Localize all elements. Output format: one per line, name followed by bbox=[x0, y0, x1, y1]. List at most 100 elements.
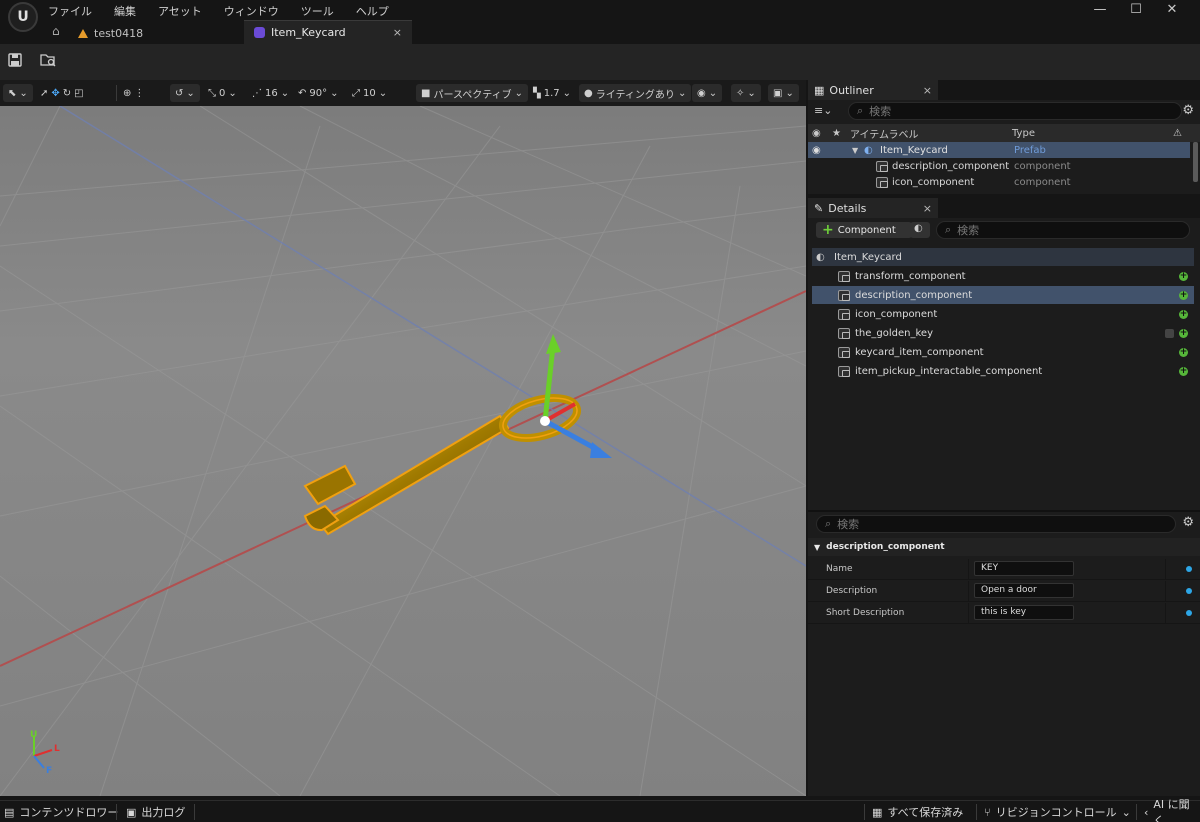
move-tool-icon[interactable]: ✥ bbox=[51, 88, 59, 99]
menu-asset[interactable]: アセット bbox=[158, 3, 202, 19]
menu-tools[interactable]: ツール bbox=[301, 3, 334, 19]
close-tab-icon[interactable]: × bbox=[393, 26, 402, 39]
property-value-input[interactable]: KEY bbox=[974, 561, 1074, 576]
tab-project[interactable]: test0418 bbox=[78, 22, 143, 44]
outliner-row-icon[interactable]: icon_component component bbox=[808, 174, 1190, 190]
rotate-snap[interactable]: ⤡ 0 ⌄ bbox=[208, 84, 237, 102]
browse-asset-icon[interactable] bbox=[38, 52, 58, 72]
menu-help[interactable]: ヘルプ bbox=[356, 3, 389, 19]
component-icon bbox=[838, 346, 850, 358]
outliner-row-description[interactable]: description_component component bbox=[808, 158, 1190, 174]
panel-splitter[interactable] bbox=[808, 510, 1200, 512]
outliner-search-input[interactable]: ⌕ 検索 bbox=[848, 102, 1182, 120]
component-row-item-pickup[interactable]: item_pickup_interactable_component + bbox=[812, 362, 1194, 380]
reset-indicator-icon[interactable] bbox=[1186, 566, 1192, 572]
camera-speed-icon: ▚ bbox=[533, 87, 541, 99]
surface-snap-dropdown[interactable]: ↺ ⌄ bbox=[170, 84, 200, 102]
details-search-input[interactable]: ⌕ 検索 bbox=[936, 221, 1190, 239]
edit-mesh-icon[interactable] bbox=[1165, 328, 1174, 338]
select-mode-dropdown[interactable]: ⬉ ⌄ bbox=[3, 84, 33, 102]
settings-icon[interactable]: ⚙ bbox=[1182, 515, 1194, 530]
outliner-row-label: description_component bbox=[892, 160, 1010, 172]
lighting-dropdown[interactable]: ● ライティングあり ⌄ bbox=[579, 84, 692, 102]
maximize-button[interactable]: ☐ bbox=[1118, 0, 1154, 20]
menu-edit[interactable]: 編集 bbox=[114, 3, 136, 19]
property-row-name: Name KEY bbox=[808, 559, 1200, 580]
effects-dropdown[interactable]: ✧ ⌄ bbox=[731, 84, 761, 102]
add-child-icon[interactable]: + bbox=[1179, 347, 1188, 357]
component-row-icon[interactable]: icon_component + bbox=[812, 305, 1194, 323]
property-search-input[interactable]: ⌕ 検索 bbox=[816, 515, 1176, 533]
eye-icon[interactable]: ◉ bbox=[812, 145, 821, 156]
reset-indicator-icon[interactable] bbox=[1186, 588, 1192, 594]
save-status-button[interactable]: ▦ すべて保存済み bbox=[872, 804, 963, 820]
save-icon[interactable] bbox=[5, 52, 25, 72]
tab-item-keycard[interactable]: Item_Keycard × bbox=[244, 20, 412, 44]
layout-dropdown[interactable]: ▣ ⌄ bbox=[768, 84, 799, 102]
unreal-logo-icon[interactable]: U bbox=[8, 2, 38, 32]
expand-arrow-icon[interactable]: ▼ bbox=[852, 146, 858, 155]
home-icon[interactable]: ⌂ bbox=[52, 24, 60, 38]
component-icon bbox=[838, 289, 850, 301]
level-viewport[interactable]: U L F bbox=[0, 106, 806, 796]
save-status-label: すべて保存済み bbox=[887, 806, 964, 819]
view-mode-dropdown[interactable]: ■ パースペクティブ ⌄ bbox=[416, 84, 529, 102]
close-panel-icon[interactable]: × bbox=[923, 202, 932, 215]
camera-speed[interactable]: ▚ 1.7 ⌄ bbox=[533, 84, 571, 102]
grid-snap[interactable]: ⋰ 16 ⌄ bbox=[252, 84, 289, 102]
add-child-icon[interactable]: + bbox=[1179, 309, 1188, 319]
coordinate-space[interactable]: ⊕ ⋮ bbox=[123, 84, 144, 102]
component-row-description[interactable]: description_component + bbox=[812, 286, 1194, 304]
add-child-icon[interactable]: + bbox=[1179, 290, 1188, 300]
output-log-button[interactable]: ▣ 出力ログ bbox=[126, 804, 185, 820]
filter-icon[interactable]: ≡⌄ bbox=[814, 104, 832, 117]
scale-snap[interactable]: ⤢ 10 ⌄ bbox=[352, 84, 387, 102]
label-column-header[interactable]: アイテムラベル bbox=[850, 126, 919, 141]
property-value-input[interactable]: Open a door bbox=[974, 583, 1074, 598]
content-drawer-label: コンテンツドロワー bbox=[19, 806, 119, 819]
minimize-button[interactable]: — bbox=[1082, 0, 1118, 20]
search-icon: ⌕ bbox=[825, 517, 832, 530]
blueprint-button[interactable]: ◐ bbox=[910, 222, 930, 238]
ask-ai-button[interactable]: ‹ AI に聞く bbox=[1144, 798, 1200, 822]
select-tool-icon[interactable]: ➚ bbox=[40, 88, 48, 99]
reset-indicator-icon[interactable] bbox=[1186, 610, 1192, 616]
component-root-row[interactable]: ◐ Item_Keycard bbox=[812, 248, 1194, 266]
effects-icon: ✧ bbox=[736, 87, 745, 99]
menu-file[interactable]: ファイル bbox=[48, 3, 92, 19]
outliner-scrollbar[interactable] bbox=[1193, 142, 1198, 182]
angle-snap[interactable]: ↶ 90° ⌄ bbox=[298, 84, 339, 102]
add-child-icon[interactable]: + bbox=[1179, 328, 1188, 338]
rotate-tool-icon[interactable]: ↻ bbox=[63, 88, 71, 99]
close-panel-icon[interactable]: × bbox=[923, 84, 932, 97]
revision-control-button[interactable]: ⑂ リビジョンコントロール ⌄ bbox=[984, 804, 1131, 820]
property-value-input[interactable]: this is key bbox=[974, 605, 1074, 620]
grid-icon: ⋰ bbox=[252, 87, 262, 99]
menu-window[interactable]: ウィンドウ bbox=[224, 3, 279, 19]
property-name: Name bbox=[826, 564, 853, 574]
add-child-icon[interactable]: + bbox=[1179, 271, 1188, 281]
component-row-transform[interactable]: transform_component + bbox=[812, 267, 1194, 285]
add-child-icon[interactable]: + bbox=[1179, 366, 1188, 376]
component-label: item_pickup_interactable_component bbox=[855, 365, 1043, 377]
scale-tool-icon[interactable]: ◰ bbox=[74, 88, 83, 99]
property-section-title: description_component bbox=[826, 542, 945, 552]
show-dropdown[interactable]: ◉ ⌄ bbox=[692, 84, 723, 102]
component-icon bbox=[838, 308, 850, 320]
plus-icon: + bbox=[822, 222, 834, 238]
tab-details[interactable]: ✎ Details × bbox=[808, 198, 938, 218]
chevron-left-icon: ‹ bbox=[1144, 805, 1149, 819]
camera-speed-value: 1.7 bbox=[543, 87, 560, 99]
tab-outliner[interactable]: ▦ Outliner × bbox=[808, 80, 938, 100]
property-section-header[interactable]: ▼ description_component bbox=[808, 538, 1200, 556]
component-row-keycard-item[interactable]: keycard_item_component + bbox=[812, 343, 1194, 361]
settings-icon[interactable]: ⚙ bbox=[1182, 103, 1194, 118]
component-row-golden-key[interactable]: the_golden_key + bbox=[812, 324, 1194, 342]
type-column-header[interactable]: Type bbox=[1012, 128, 1035, 139]
search-icon: ⌕ bbox=[857, 104, 864, 117]
details-search-placeholder: 検索 bbox=[957, 224, 980, 237]
outliner-row-item-keycard[interactable]: ◉ ▼ ◐ Item_Keycard Prefab bbox=[808, 142, 1190, 158]
close-window-button[interactable]: ✕ bbox=[1154, 0, 1190, 20]
content-drawer-button[interactable]: ▤ コンテンツドロワー bbox=[4, 804, 118, 820]
add-component-button[interactable]: + Component bbox=[816, 222, 912, 238]
